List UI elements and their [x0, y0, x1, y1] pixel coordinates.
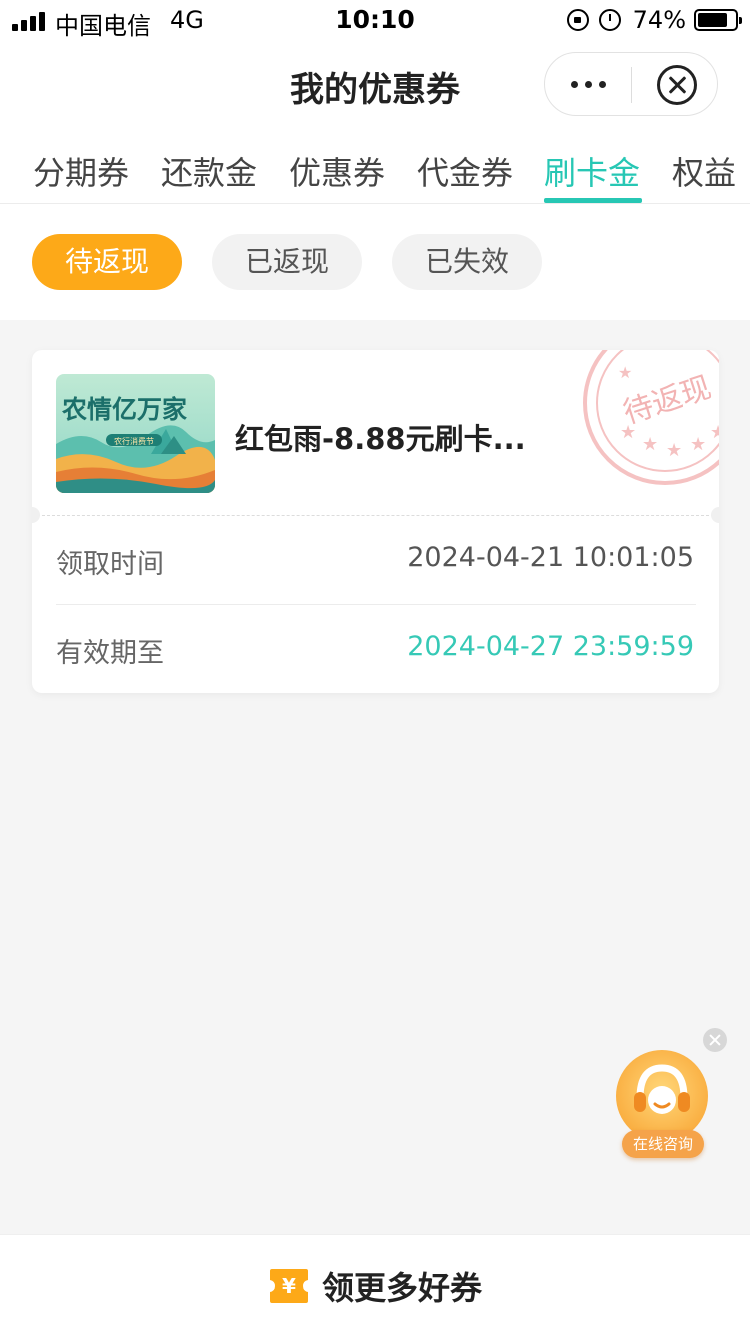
coupon-image-text: 农情亿万家	[61, 395, 187, 424]
coupon-image-subtext: 农行消费节	[114, 436, 154, 446]
received-time-value: 2024-04-21 10:01:05	[407, 542, 694, 573]
tab-repayment[interactable]: 还款金	[161, 148, 257, 194]
svg-text:★: ★	[666, 440, 682, 461]
bottom-bar: ¥ 领更多好券	[0, 1234, 750, 1334]
active-tab-indicator	[544, 198, 642, 203]
coupon-card[interactable]: 农情亿万家 农行消费节 红包雨-8.88元刷卡... 待返现 ★ ★ ★ ★ ★…	[32, 350, 719, 693]
get-more-coupons-label: 领更多好券	[321, 1269, 482, 1307]
svg-text:★: ★	[642, 434, 658, 455]
left-notch	[32, 507, 40, 523]
status-right: 74%	[566, 6, 742, 34]
tab-installment[interactable]: 分期券	[33, 148, 129, 194]
tab-card-bonus[interactable]: 刷卡金	[544, 148, 640, 194]
received-time-label: 领取时间	[56, 549, 164, 580]
close-icon[interactable]	[657, 65, 697, 105]
tab-voucher[interactable]: 代金券	[417, 148, 513, 194]
svg-text:★: ★	[710, 422, 719, 443]
battery-icon	[694, 9, 742, 31]
coupon-ticket-icon: ¥	[269, 1269, 308, 1303]
right-notch	[711, 507, 719, 523]
rotation-lock-icon	[566, 9, 589, 31]
row-divider	[56, 604, 696, 605]
tab-discount[interactable]: 优惠券	[289, 148, 385, 194]
card-perforation	[32, 515, 719, 516]
expiry-label: 有效期至	[56, 638, 164, 669]
filter-expired[interactable]: 已失效	[392, 234, 542, 290]
mini-program-capsule	[544, 52, 718, 116]
headset-avatar-icon	[616, 1050, 708, 1142]
svg-text:★: ★	[618, 363, 632, 382]
nav-bar: 我的优惠券	[0, 40, 750, 128]
get-more-coupons-button[interactable]: ¥ 领更多好券	[0, 1265, 750, 1307]
more-button[interactable]	[545, 53, 631, 115]
svg-text:★: ★	[690, 434, 706, 455]
svg-text:★: ★	[620, 422, 636, 443]
filter-pending-cashback[interactable]: 待返现	[32, 234, 182, 290]
expiry-value: 2024-04-27 23:59:59	[407, 631, 694, 662]
coupon-image: 农情亿万家 农行消费节	[56, 374, 215, 493]
coupon-type-tabs: 分期券 还款金 优惠券 代金券 刷卡金 权益	[0, 128, 750, 204]
coupon-title: 红包雨-8.88元刷卡...	[235, 422, 526, 456]
pending-cashback-stamp: 待返现 ★ ★ ★ ★ ★ ★	[580, 350, 719, 488]
tab-benefits[interactable]: 权益	[672, 148, 736, 194]
yuan-symbol: ¥	[282, 1274, 296, 1298]
capsule-divider	[631, 67, 632, 103]
online-consult-button[interactable]: 在线咨询	[612, 1048, 712, 1160]
status-filter: 待返现 已返现 已失效	[0, 204, 750, 320]
filter-cashback-done[interactable]: 已返现	[212, 234, 362, 290]
more-dots-icon	[570, 80, 578, 88]
battery-percent: 74%	[632, 6, 686, 34]
consult-label: 在线咨询	[622, 1130, 704, 1158]
alarm-icon	[598, 9, 621, 31]
status-bar: 中国电信 4G 10:10 74%	[0, 0, 750, 40]
